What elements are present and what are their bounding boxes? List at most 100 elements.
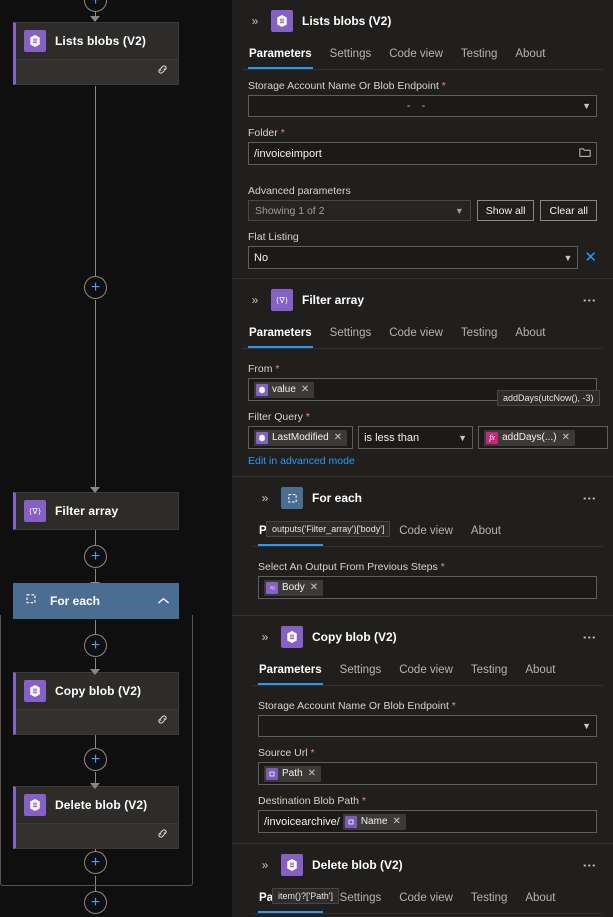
destination-blob-path-input[interactable]: /invoicearchive/ Name ✕ [258,810,597,833]
tab-about[interactable]: About [524,888,556,913]
add-step-button[interactable]: + [84,634,107,657]
connection-icon[interactable] [156,63,169,81]
tab-testing[interactable]: Testing [470,660,508,685]
required-marker: * [306,411,310,423]
tab-code-view[interactable]: Code view [398,521,454,546]
folder-value: /invoiceimport [254,148,322,160]
remove-token-icon[interactable]: ✕ [310,582,318,593]
connector-arrow [90,783,100,789]
token-chip-adddays[interactable]: fx addDays(...) ✕ [484,430,575,446]
more-options-icon[interactable]: ⋮ [585,492,597,505]
advanced-label-wrap: Advanced parameters [242,185,603,197]
add-step-button[interactable]: + [84,0,107,12]
token-chip-path[interactable]: Path ✕ [264,766,321,782]
token-chip-name[interactable]: Name ✕ [343,814,406,830]
node-title: For each [50,594,100,608]
function-icon: fx [486,432,498,444]
foreach-icon [24,592,38,611]
tab-testing[interactable]: Testing [460,323,498,348]
field-label: Storage Account Name Or Blob Endpoint * [248,80,597,92]
field-filter-query: Filter Query * LastModified ✕ is less th… [242,411,603,449]
card-title: Filter array [302,293,364,307]
flat-listing-dropdown[interactable]: No ▼ [248,246,578,269]
add-step-label: + [91,549,100,565]
blob-storage-icon [256,432,268,444]
remove-token-icon[interactable]: ✕ [393,816,401,827]
source-url-input[interactable]: Path ✕ [258,762,597,785]
node-header: {∇} Filter array [16,493,178,529]
add-step-label: + [91,855,100,871]
workflow-canvas[interactable]: + + + + + + + Lists blobs (V2) [0,0,232,917]
action-details-panel[interactable]: » Lists blobs (V2) Parameters Settings C… [232,0,613,917]
tab-about[interactable]: About [514,44,546,69]
tab-about[interactable]: About [524,660,556,685]
collapse-icon[interactable]: » [258,858,272,872]
tab-about[interactable]: About [470,521,502,546]
edit-advanced-mode-link[interactable]: Edit in advanced mode [242,449,361,467]
collapse-icon[interactable]: » [248,293,262,307]
storage-account-value: - - [254,100,582,112]
canvas-node-filter-array[interactable]: {∇} Filter array [13,492,179,530]
tab-parameters[interactable]: Parameters [248,323,313,348]
canvas-node-for-each[interactable]: For each [13,583,179,619]
tab-settings[interactable]: Settings [339,660,383,685]
tooltip-body-expression: outputs('Filter_array')['body'] [266,521,390,537]
card-for-each: » For each ⋮ Parameters Settings Code vi… [232,477,613,599]
storage-account-dropdown[interactable]: ▼ [258,715,597,737]
tab-code-view[interactable]: Code view [388,323,444,348]
remove-parameter-icon[interactable]: ✕ [578,250,597,265]
add-step-button[interactable]: + [84,276,107,299]
card-filter-array: » {∇} Filter array ⋮ Parameters Settings… [232,279,613,469]
canvas-node-lists-blobs[interactable]: Lists blobs (V2) [13,22,179,85]
add-step-label: + [91,752,100,768]
tab-testing[interactable]: Testing [470,888,508,913]
token-chip-lastmodified[interactable]: LastModified ✕ [254,430,347,446]
select-output-input[interactable]: {∇} Body ✕ [258,576,597,599]
add-step-button[interactable]: + [84,545,107,568]
clear-all-button[interactable]: Clear all [540,200,597,221]
tab-code-view[interactable]: Code view [388,44,444,69]
collapse-icon[interactable]: » [248,14,262,28]
tab-parameters[interactable]: Parameters [248,44,313,69]
collapse-icon[interactable]: » [258,491,272,505]
advanced-parameters-section: Advanced parameters Showing 1 of 2 ▼ Sho… [242,185,603,221]
filter-operator-dropdown[interactable]: is less than ▼ [358,426,473,449]
show-all-button[interactable]: Show all [477,200,535,221]
add-step-button[interactable]: + [84,851,107,874]
more-options-icon[interactable]: ⋮ [585,859,597,872]
tab-settings[interactable]: Settings [329,44,373,69]
tooltip-path-expression: item()?['Path'] [272,888,339,904]
advanced-controls-row: Showing 1 of 2 ▼ Show all Clear all [242,200,603,221]
remove-token-icon[interactable]: ✕ [334,432,342,443]
tab-testing[interactable]: Testing [460,44,498,69]
tab-settings[interactable]: Settings [339,888,383,913]
folder-input[interactable]: /invoiceimport [248,142,597,165]
more-options-icon[interactable]: ⋮ [585,294,597,307]
token-chip-value[interactable]: value ✕ [254,382,314,398]
chevron-up-icon[interactable] [157,592,170,610]
svg-text:{∇}: {∇} [269,585,276,590]
chevron-down-icon: ▼ [582,721,591,731]
filter-right-operand[interactable]: fx addDays(...) ✕ [478,426,608,449]
tab-code-view[interactable]: Code view [398,660,454,685]
add-step-button[interactable]: + [84,748,107,771]
storage-account-dropdown[interactable]: - - ▼ [248,95,597,117]
remove-token-icon[interactable]: ✕ [562,432,570,443]
tab-about[interactable]: About [514,323,546,348]
field-label: Select An Output From Previous Steps * [258,561,597,573]
filter-left-operand[interactable]: LastModified ✕ [248,426,353,449]
connector-line [95,86,96,281]
collapse-icon[interactable]: » [258,630,272,644]
folder-picker-icon[interactable] [579,147,591,161]
token-chip-body[interactable]: {∇} Body ✕ [264,580,323,596]
tab-settings[interactable]: Settings [329,323,373,348]
add-step-button[interactable]: + [84,891,107,914]
more-options-icon[interactable]: ⋮ [585,631,597,644]
remove-token-icon[interactable]: ✕ [301,384,309,395]
tab-parameters[interactable]: Parameters [258,660,323,685]
remove-token-icon[interactable]: ✕ [308,768,316,779]
tabs-filter-array: Parameters Settings Code view Testing Ab… [242,319,603,349]
advanced-parameters-select[interactable]: Showing 1 of 2 ▼ [248,200,471,221]
card-header-filter-array: » {∇} Filter array ⋮ [242,279,603,319]
tab-code-view[interactable]: Code view [398,888,454,913]
